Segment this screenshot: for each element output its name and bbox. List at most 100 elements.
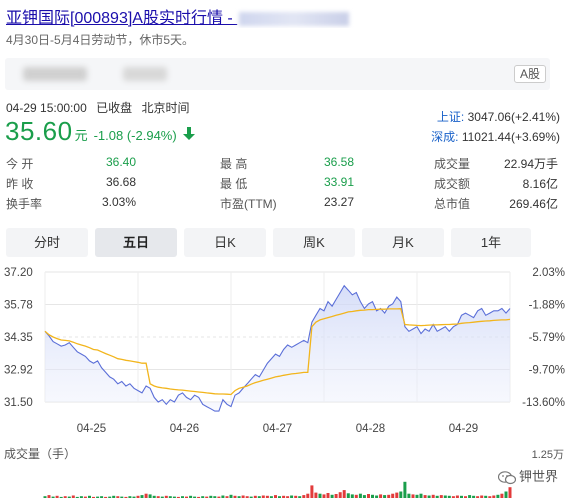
volume-bar <box>423 495 427 498</box>
y-right-tick-label: -1.88% <box>529 300 565 312</box>
tab-intraday[interactable]: 分时 <box>6 228 88 257</box>
volume-bar <box>464 496 467 498</box>
volume-bar <box>330 494 334 498</box>
market-cap-value: 269.46亿 <box>509 197 558 211</box>
volume-bar <box>326 493 330 498</box>
volume-bar <box>451 496 455 498</box>
volume-bar <box>75 496 79 498</box>
volume-bar <box>290 495 294 498</box>
five-day-chart[interactable]: 37.20 2.03% 35.78 -1.88% 34.35 -5.79% 32.92 -9.… <box>0 262 570 500</box>
volume-bar <box>476 496 480 498</box>
y-right-tick-label: 2.03% <box>532 267 565 279</box>
tab-monthly-k[interactable]: 月K <box>362 228 444 257</box>
volume-bar <box>213 496 217 498</box>
volume-bar <box>496 494 500 498</box>
volume-bar <box>92 496 95 498</box>
prev-close-value: 36.68 <box>105 175 136 189</box>
high-label: 最 高 <box>220 157 248 171</box>
y-right-tick-label: -9.70% <box>529 365 565 377</box>
volume-bar <box>387 494 391 498</box>
high-value: 36.58 <box>323 155 354 169</box>
volume-bar <box>350 494 354 498</box>
volume-bar <box>294 495 298 498</box>
volume-bar <box>71 495 75 498</box>
volume-bar <box>55 495 59 498</box>
volume-bar <box>338 492 342 498</box>
volume-bar <box>274 495 277 498</box>
volume-bar <box>241 495 245 498</box>
volume-bar <box>120 496 124 498</box>
volume-bar <box>148 494 152 498</box>
volume-bar <box>88 495 91 498</box>
stock-title-link[interactable]: 亚钾国际[000893]A股实时行情 - <box>6 10 237 27</box>
x-tick-label: 04-27 <box>263 423 292 435</box>
volume-bar <box>229 494 233 498</box>
tab-weekly-k[interactable]: 周K <box>273 228 355 257</box>
volume-bar <box>399 491 403 498</box>
volume-bar <box>205 496 209 498</box>
volume-bar <box>189 495 193 498</box>
x-tick-label: 04-29 <box>449 423 478 435</box>
volume-bar <box>43 496 47 498</box>
stats-row-2: 昨 收 36.68 最 低 33.91 成交额 8.16亿 <box>6 175 566 193</box>
volume-bar <box>152 495 156 498</box>
y-right-tick-label: -5.79% <box>529 332 565 344</box>
volume-bar <box>181 496 184 498</box>
volume-bar <box>164 495 168 498</box>
volume-bar <box>427 495 431 498</box>
x-tick-label: 04-26 <box>170 423 199 435</box>
volume-bar <box>221 495 225 498</box>
index-sz: 深成: 11021.44(+3.69%) <box>431 128 560 145</box>
volume-bar <box>237 496 241 498</box>
volume-bar <box>403 481 407 498</box>
volume-bar <box>209 495 213 498</box>
price-row: 35.60 元 -1.08 (-2.94%) <box>5 116 195 147</box>
volume-bar <box>500 493 504 498</box>
amount-label: 成交额 <box>434 177 471 191</box>
volume-axis-label: 成交量（手） <box>4 446 76 461</box>
volume-bar <box>504 491 508 498</box>
volume-label: 成交量 <box>434 157 471 171</box>
volume-bar <box>354 494 358 498</box>
volume-bar <box>96 496 100 498</box>
volume-bar <box>383 495 387 498</box>
tab-five-day[interactable]: 五日 <box>95 228 177 257</box>
volume-bar <box>67 496 71 498</box>
open-value: 36.40 <box>105 155 136 169</box>
blurred-stock-code <box>123 67 167 81</box>
volume-bar <box>278 496 281 498</box>
volume-bar <box>217 496 221 498</box>
volume-bar <box>265 495 269 498</box>
y-tick-label: 32.92 <box>4 365 33 377</box>
volume-bar <box>269 496 273 498</box>
volume-bar <box>282 495 286 498</box>
timezone-label: 北京时间 <box>141 101 190 115</box>
volume-bar <box>492 495 496 498</box>
tab-one-year[interactable]: 1年 <box>451 228 531 257</box>
volume-bar <box>472 495 476 498</box>
price-change: -1.08 (-2.94%) <box>93 128 177 143</box>
volume-bar <box>346 493 350 498</box>
index-sh-value: 3047.06(+2.41%) <box>467 110 560 124</box>
down-arrow-icon <box>182 127 195 143</box>
volume-bar <box>286 496 290 498</box>
index-sz-value: 11021.44(+3.69%) <box>461 130 560 144</box>
index-sz-name[interactable]: 深成: <box>431 130 458 144</box>
volume-bar <box>306 493 310 498</box>
volume-bar <box>245 496 249 498</box>
volume-bar <box>51 496 55 498</box>
turnover-value: 3.03% <box>101 195 136 209</box>
volume-bar <box>411 494 415 498</box>
watermark: 钾世界 <box>497 466 558 485</box>
volume-bar <box>488 496 492 498</box>
index-sh-name[interactable]: 上证: <box>437 110 464 124</box>
tab-daily-k[interactable]: 日K <box>184 228 266 257</box>
volume-bar <box>407 493 411 498</box>
volume-bar <box>314 492 318 498</box>
volume-bar <box>261 495 265 498</box>
wechat-icon <box>497 470 517 485</box>
volume-bar <box>193 496 197 498</box>
low-value: 33.91 <box>323 175 354 189</box>
volume-bar <box>298 496 302 498</box>
volume-bar <box>455 495 459 498</box>
